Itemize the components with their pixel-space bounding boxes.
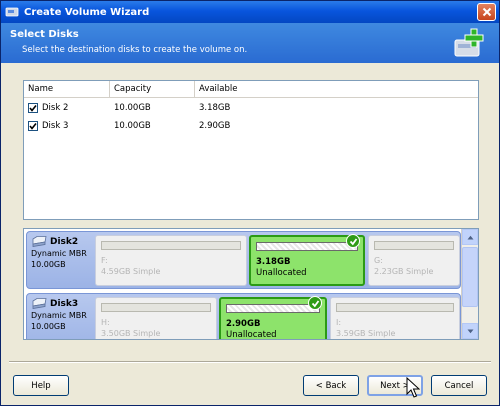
partition-unallocated-disk2[interactable]: 3.18GB Unallocated	[249, 234, 365, 286]
scroll-thumb[interactable]	[462, 247, 478, 307]
header-title: Select Disks	[10, 29, 79, 40]
cancel-button[interactable]: Cancel	[431, 375, 487, 396]
partition-detail: 3.50GB Simple	[101, 329, 161, 338]
partition-detail: Unallocated	[226, 330, 277, 340]
partition-h[interactable]: H: 3.50GB Simple	[95, 297, 217, 339]
disk-selection-table: Name Capacity Available Disk 2 10.00GB 3…	[23, 80, 479, 220]
partition-label: F:	[101, 256, 108, 265]
disk-info: Disk2 Dynamic MBR 10.00GB	[31, 236, 95, 269]
scroll-up-button[interactable]	[462, 229, 478, 245]
partition-detail: Unallocated	[256, 268, 307, 278]
disk-name-label: Disk3	[50, 298, 79, 309]
column-header-capacity[interactable]: Capacity	[110, 81, 195, 97]
disk-size: 10.00GB	[31, 260, 66, 269]
table-row[interactable]: Disk 2 10.00GB 3.18GB	[24, 100, 478, 116]
partition-label: G:	[374, 256, 383, 265]
header-subtitle: Select the destination disks to create t…	[22, 45, 248, 55]
partition-detail: 3.59GB Simple	[336, 329, 396, 338]
partition-bar	[226, 304, 320, 313]
disk-map-panel: Disk2 Dynamic MBR 10.00GB F: 4.59GB Simp…	[23, 228, 479, 340]
name-cell: Disk 3	[24, 121, 110, 131]
vertical-scrollbar[interactable]	[461, 229, 478, 339]
disk-info-title: Disk3	[31, 298, 95, 309]
disk-type: Dynamic MBR	[31, 311, 87, 320]
title-bar[interactable]: Create Volume Wizard	[1, 1, 499, 23]
partition-bar	[101, 241, 241, 250]
disk-name-label: Disk2	[50, 236, 79, 247]
partition-bar	[374, 241, 454, 250]
selected-check-icon	[346, 234, 360, 248]
mouse-pointer-icon	[406, 377, 420, 398]
partition-label: 3.18GB	[256, 257, 291, 267]
create-volume-wizard-window: Create Volume Wizard Select Disks Select…	[0, 0, 500, 406]
checkmark-icon	[29, 105, 37, 112]
capacity-cell: 10.00GB	[114, 121, 151, 131]
disk-name: Disk 2	[42, 103, 69, 113]
disk-map-row-disk2[interactable]: Disk2 Dynamic MBR 10.00GB F: 4.59GB Simp…	[26, 231, 461, 289]
available-cell: 3.18GB	[199, 103, 231, 113]
arrow-down-icon	[467, 329, 473, 333]
disk-info-title: Disk2	[31, 236, 95, 247]
partition-f[interactable]: F: 4.59GB Simple	[95, 235, 247, 286]
wizard-app-icon	[5, 7, 19, 17]
hard-disk-icon	[32, 298, 47, 309]
disk-info: Disk3 Dynamic MBR 10.00GB	[31, 298, 95, 331]
partition-unallocated-disk3[interactable]: 2.90GB Unallocated	[219, 296, 327, 340]
window-title: Create Volume Wizard	[24, 6, 150, 18]
disk-size: 10.00GB	[31, 322, 66, 331]
column-header-available[interactable]: Available	[195, 81, 265, 97]
partition-label: H:	[101, 318, 110, 327]
close-button[interactable]	[477, 3, 496, 21]
partition-bar	[336, 303, 454, 312]
close-icon	[482, 7, 491, 17]
name-cell: Disk 2	[24, 103, 110, 113]
partition-label: I:	[336, 318, 342, 327]
wizard-header: Select Disks Select the destination disk…	[1, 23, 499, 63]
scroll-down-button[interactable]	[462, 323, 478, 339]
disk-type: Dynamic MBR	[31, 249, 87, 258]
partition-detail: 4.59GB Simple	[101, 267, 161, 276]
capacity-cell: 10.00GB	[114, 103, 151, 113]
disk-3-checkbox[interactable]	[28, 121, 38, 131]
table-header: Name Capacity Available	[24, 81, 478, 98]
checkmark-icon	[29, 123, 37, 130]
disk-map-row-disk3[interactable]: Disk3 Dynamic MBR 10.00GB H: 3.50GB Simp…	[26, 293, 461, 340]
footer-divider	[9, 361, 491, 363]
selected-check-icon	[308, 296, 322, 310]
disk-name: Disk 3	[42, 121, 69, 131]
partition-bar	[101, 303, 211, 312]
arrow-up-icon	[467, 235, 473, 239]
help-button[interactable]: Help	[13, 375, 69, 396]
available-cell: 2.90GB	[199, 121, 231, 131]
partition-bar	[256, 242, 358, 251]
partition-detail: 2.23GB Simple	[374, 267, 434, 276]
partition-g[interactable]: G: 2.23GB Simple	[368, 235, 460, 286]
back-button[interactable]: < Back	[303, 375, 359, 396]
add-volume-icon	[454, 28, 484, 57]
partition-i[interactable]: I: 3.59GB Simple	[330, 297, 460, 339]
column-header-name[interactable]: Name	[24, 81, 110, 97]
table-row[interactable]: Disk 3 10.00GB 2.90GB	[24, 118, 478, 134]
disk-2-checkbox[interactable]	[28, 103, 38, 113]
hard-disk-icon	[32, 236, 47, 247]
partition-label: 2.90GB	[226, 319, 261, 329]
